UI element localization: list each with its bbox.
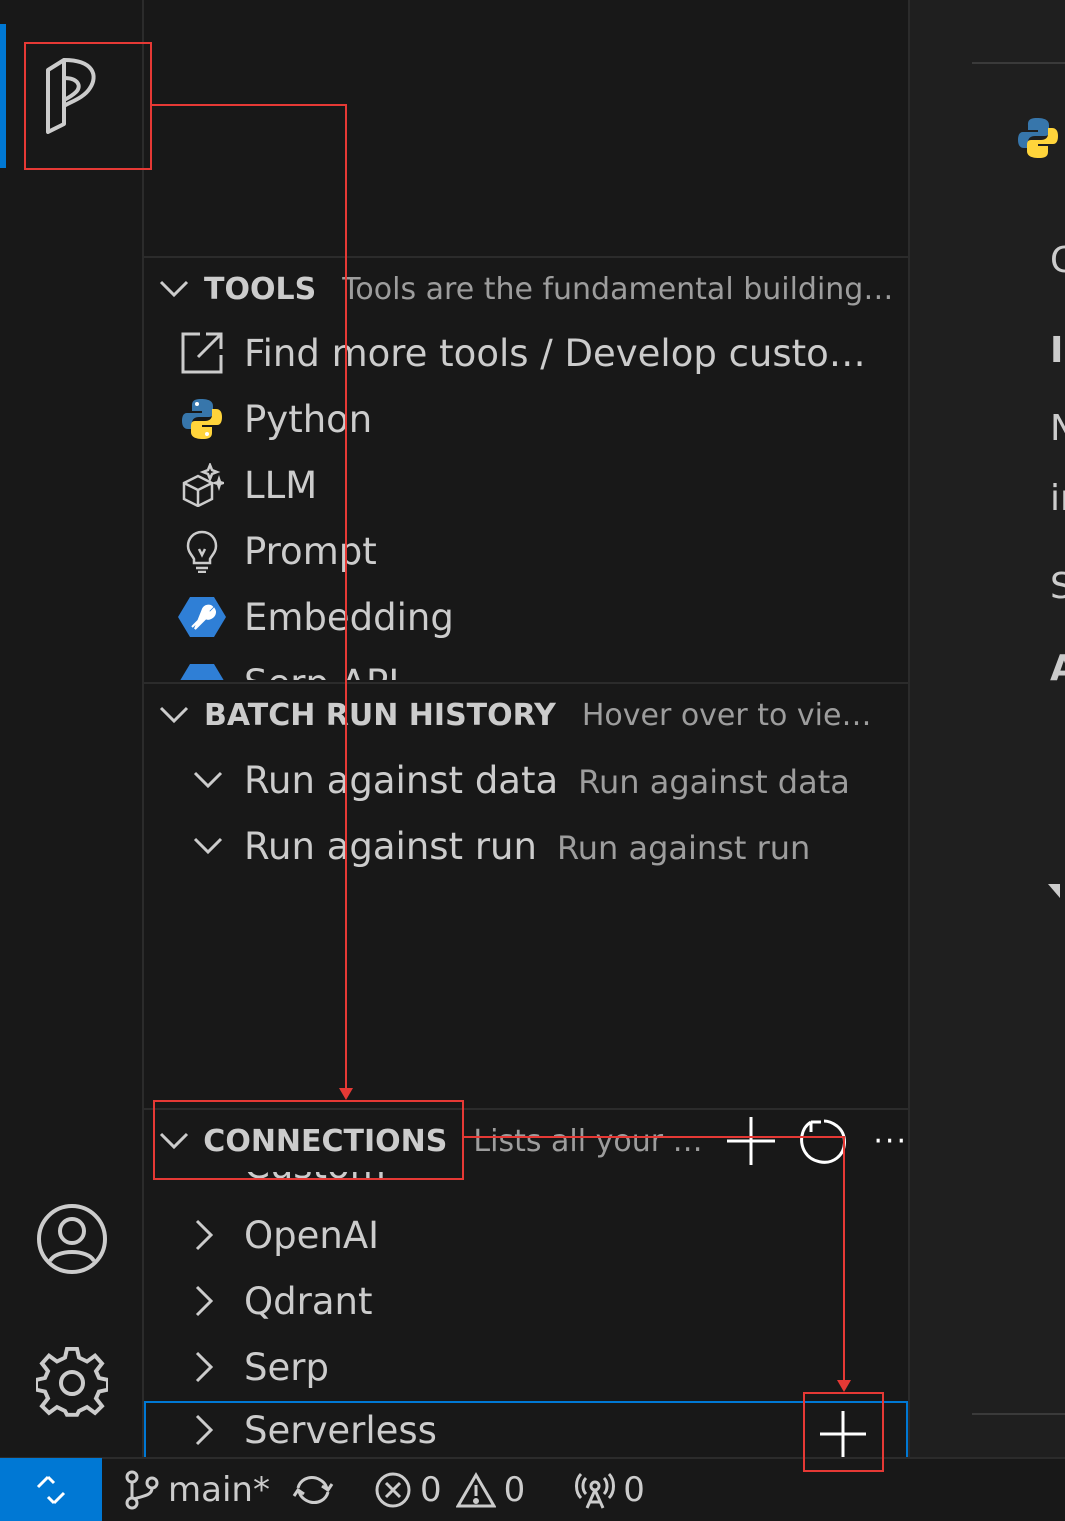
connection-item[interactable]: OpenAI <box>144 1202 908 1268</box>
git-branch-icon <box>125 1470 159 1509</box>
tool-item[interactable]: Serp API <box>144 650 908 680</box>
azure-tool-icon <box>178 660 226 680</box>
account-icon[interactable] <box>36 1203 108 1275</box>
tool-label: Find more tools / Develop custom… <box>244 331 884 375</box>
batch-run-item[interactable]: Run against run Run against run <box>144 813 908 879</box>
annotation-line <box>464 1136 844 1138</box>
warning-icon <box>455 1471 496 1507</box>
editor-divider <box>972 62 1065 64</box>
activity-bar <box>0 0 142 1457</box>
chevron-right-icon <box>180 1343 228 1391</box>
problems-indicator[interactable]: 0 0 <box>374 1470 525 1510</box>
add-serverless-connection-icon[interactable] <box>818 1409 868 1459</box>
llm-cube-icon <box>178 461 226 509</box>
ports-indicator[interactable]: 0 <box>575 1470 645 1510</box>
active-indicator <box>0 24 6 168</box>
editor-divider <box>972 1413 1065 1415</box>
batch-run-history-description: Hover over to view … <box>581 697 906 733</box>
refresh-icon[interactable] <box>797 1116 847 1166</box>
tool-item[interactable]: Embedding <box>144 584 908 650</box>
error-count: 0 <box>419 1469 442 1510</box>
chevron-right-icon <box>180 1211 228 1259</box>
sync-button[interactable] <box>292 1472 342 1508</box>
connection-item[interactable]: Qdrant <box>144 1268 908 1334</box>
tool-label: Embedding <box>244 595 454 639</box>
branch-name: main* <box>168 1469 270 1510</box>
annotation-line <box>152 104 346 106</box>
tool-item[interactable]: LLM <box>144 452 908 518</box>
batch-run-item[interactable]: Run against data Run against data <box>144 747 908 813</box>
sync-icon <box>292 1475 334 1504</box>
annotation-line <box>345 104 347 1090</box>
ports-count: 0 <box>623 1469 645 1510</box>
tools-title: TOOLS <box>204 271 317 307</box>
connection-item[interactable]: Serp <box>144 1334 908 1400</box>
chevron-down-icon <box>144 280 204 298</box>
python-icon <box>1016 116 1060 164</box>
caret-icon <box>1048 884 1060 898</box>
batch-run-description: Run against data <box>578 762 850 801</box>
connections-description: Lists all your … <box>473 1123 703 1159</box>
annotation-arrowhead <box>339 1088 353 1100</box>
chevron-down-icon <box>184 756 232 804</box>
batch-run-history-header[interactable]: BATCH RUN HISTORY Hover over to view … <box>144 682 908 746</box>
editor-text-fragment: N <box>1050 408 1065 449</box>
remote-indicator-icon[interactable] <box>0 1458 102 1521</box>
chevron-right-icon <box>180 1406 228 1454</box>
tool-label: Prompt <box>244 529 377 573</box>
azure-tool-icon <box>178 593 226 641</box>
chevron-down-icon <box>144 1132 203 1150</box>
batch-run-description: Run against run <box>556 828 811 867</box>
batch-run-label: Run against data Run against data <box>244 759 850 802</box>
editor-area: C Ir N ir S A <box>910 0 1065 1457</box>
external-link-icon <box>178 329 226 377</box>
tool-item[interactable]: Prompt <box>144 518 908 584</box>
error-icon <box>375 1472 411 1507</box>
connection-label: OpenAI <box>244 1213 380 1257</box>
editor-text-fragment: A <box>1050 648 1065 689</box>
tools-list-clip: Serp API <box>144 650 908 680</box>
lightbulb-icon <box>178 527 226 575</box>
tool-item[interactable]: Find more tools / Develop custom… <box>144 320 908 386</box>
annotation-arrowhead <box>837 1380 851 1392</box>
tools-description: Tools are the fundamental building … <box>342 271 903 307</box>
warning-count: 0 <box>503 1469 526 1510</box>
prompt-flow-icon[interactable] <box>36 58 108 134</box>
git-branch[interactable]: main* <box>124 1470 270 1510</box>
connection-label: Qdrant <box>244 1279 373 1323</box>
editor-text-fragment: C <box>1050 240 1065 281</box>
batch-run-label: Run against run Run against run <box>244 825 810 868</box>
status-bar: main* 0 0 0 <box>0 1457 1065 1521</box>
tool-label: LLM <box>244 463 318 507</box>
broadcast-icon <box>575 1472 616 1509</box>
connections-partial-item-clip: Custom <box>144 1172 908 1188</box>
batch-run-history-title: BATCH RUN HISTORY <box>204 697 556 733</box>
more-actions-icon[interactable]: ··· <box>873 1124 908 1159</box>
settings-gear-icon[interactable] <box>36 1347 108 1419</box>
connection-item-selected[interactable]: Serverless <box>144 1401 908 1457</box>
connections-header[interactable]: CONNECTIONS Lists all your … ··· <box>144 1108 908 1172</box>
tools-section-header[interactable]: TOOLS Tools are the fundamental building… <box>144 256 908 320</box>
editor-text-fragment: S <box>1050 566 1065 607</box>
chevron-down-icon <box>144 706 204 724</box>
connection-label: Serverless <box>244 1408 437 1452</box>
connections-title: CONNECTIONS <box>203 1123 448 1159</box>
connection-label: Serp <box>244 1345 329 1389</box>
add-connection-icon[interactable] <box>725 1115 777 1167</box>
chevron-down-icon <box>184 822 232 870</box>
annotation-line <box>843 1136 845 1382</box>
chevron-right-icon <box>180 1277 228 1325</box>
batch-run-name: Run against run <box>244 824 537 868</box>
tool-label: Serp API <box>244 662 399 680</box>
python-icon <box>178 395 226 443</box>
editor-text-fragment: Ir <box>1050 330 1065 371</box>
connection-partial-label: Custom <box>244 1172 386 1187</box>
side-bar: TOOLS Tools are the fundamental building… <box>142 0 910 1457</box>
editor-text-fragment: ir <box>1050 478 1065 519</box>
tool-item[interactable]: Python <box>144 386 908 452</box>
batch-run-name: Run against data <box>244 758 559 802</box>
tool-label: Python <box>244 397 373 441</box>
